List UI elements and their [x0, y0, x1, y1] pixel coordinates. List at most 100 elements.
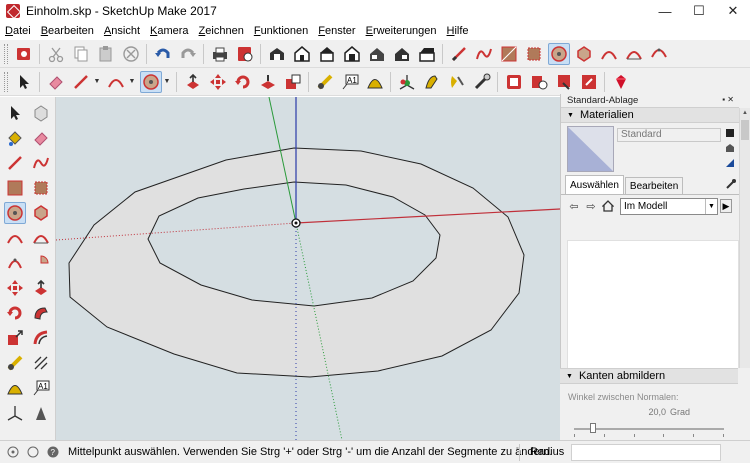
menu-funktionen[interactable]: Funktionen — [249, 25, 313, 37]
delete-button[interactable] — [120, 43, 142, 65]
rectangle-tool[interactable] — [4, 177, 26, 199]
polygon-button[interactable] — [573, 43, 595, 65]
paint-bucket-tool[interactable] — [4, 127, 26, 149]
previous-view-button[interactable] — [553, 71, 575, 93]
copy-button[interactable] — [70, 43, 92, 65]
model-scene[interactable] — [56, 97, 560, 440]
shape-dropdown[interactable]: ▼ — [163, 71, 171, 93]
orbit-button[interactable] — [446, 71, 468, 93]
push-pull-button[interactable] — [182, 71, 204, 93]
back-arrow-icon[interactable]: ⇦ — [567, 199, 581, 213]
material-swatch[interactable] — [567, 126, 614, 172]
rectangle-button[interactable] — [498, 43, 520, 65]
pie-tool[interactable] — [30, 252, 52, 274]
scale-tool[interactable] — [4, 327, 26, 349]
scroll-up-icon[interactable]: ▲ — [740, 108, 750, 118]
back-view-button[interactable] — [391, 43, 413, 65]
menu-kamera[interactable]: Kamera — [145, 25, 194, 37]
measurement-input[interactable] — [571, 443, 722, 461]
credits-icon[interactable] — [26, 445, 40, 459]
scale-button[interactable] — [257, 71, 279, 93]
paint-default-icon[interactable] — [725, 158, 735, 168]
ruby-button[interactable] — [610, 71, 632, 93]
forward-arrow-icon[interactable]: ⇨ — [584, 199, 598, 213]
arc-button[interactable] — [598, 43, 620, 65]
protractor-button[interactable] — [364, 71, 386, 93]
3d-text-button[interactable] — [421, 71, 443, 93]
eraser-tool[interactable] — [30, 127, 52, 149]
circle-tool-button-active[interactable] — [139, 70, 162, 93]
scroll-thumb[interactable] — [741, 120, 749, 140]
line-tool[interactable] — [4, 152, 26, 174]
help-icon[interactable]: ? — [46, 445, 60, 459]
paste-button[interactable] — [95, 43, 117, 65]
tape-measure-tool[interactable] — [4, 352, 26, 374]
redo-button[interactable] — [177, 43, 199, 65]
menu-datei[interactable]: Datei — [0, 25, 36, 37]
close-button[interactable]: ✕ — [716, 0, 750, 22]
3d-text-tool[interactable] — [30, 402, 52, 424]
select-button[interactable] — [13, 71, 35, 93]
pencil-line-button[interactable] — [70, 71, 92, 93]
two-point-arc-button[interactable] — [623, 43, 645, 65]
geolocation-icon[interactable] — [6, 445, 20, 459]
three-point-arc-tool[interactable] — [4, 252, 26, 274]
add-location-button[interactable] — [13, 43, 35, 65]
front-view-button[interactable] — [341, 43, 363, 65]
right-view-button[interactable] — [366, 43, 388, 65]
rotate-tool[interactable] — [4, 302, 26, 324]
move-tool[interactable] — [4, 277, 26, 299]
follow-me-tool[interactable] — [30, 302, 52, 324]
warehouse-button[interactable] — [266, 43, 288, 65]
rotate-button[interactable] — [232, 71, 254, 93]
rotated-rectangle-button[interactable] — [523, 43, 545, 65]
tape-measure-button[interactable] — [314, 71, 336, 93]
offset-button[interactable] — [282, 71, 304, 93]
model-viewport[interactable] — [56, 97, 560, 440]
two-point-arc-tool[interactable] — [30, 227, 52, 249]
polygon-tool[interactable] — [30, 202, 52, 224]
home-icon[interactable] — [601, 199, 615, 213]
tray-pin-close[interactable]: ▪ ✕ — [722, 95, 734, 104]
push-pull-tool[interactable] — [30, 277, 52, 299]
material-name-field[interactable]: Standard — [617, 128, 721, 142]
tab-bearbeiten[interactable]: Bearbeiten — [624, 177, 684, 194]
menu-bearbeiten[interactable]: Bearbeiten — [36, 25, 99, 37]
rotated-rectangle-tool[interactable] — [30, 177, 52, 199]
slider-knob[interactable] — [590, 423, 596, 433]
text-button[interactable]: A1 — [339, 71, 361, 93]
collection-select[interactable]: Im Modell ▼ — [620, 197, 718, 215]
sample-paint-icon[interactable] — [725, 128, 735, 138]
model-info-button[interactable] — [234, 43, 256, 65]
zoom-extents-button[interactable] — [528, 71, 550, 93]
dimension-tool[interactable] — [30, 352, 52, 374]
eraser-button[interactable] — [45, 71, 67, 93]
iso-view-button[interactable] — [291, 43, 313, 65]
arc-tool-button[interactable] — [105, 71, 127, 93]
menu-erweiterungen[interactable]: Erweiterungen — [361, 25, 442, 37]
arc-tool[interactable] — [4, 227, 26, 249]
offset-tool[interactable] — [30, 327, 52, 349]
maximize-button[interactable]: ☐ — [682, 0, 716, 22]
top-view-button[interactable] — [316, 43, 338, 65]
soften-section-header[interactable]: ▼ Kanten abmildern — [560, 368, 738, 384]
left-view-button[interactable] — [416, 43, 438, 65]
line-dropdown[interactable]: ▼ — [93, 71, 101, 93]
toolbar-grip[interactable] — [4, 71, 8, 92]
select-tool[interactable] — [4, 102, 26, 124]
freehand-button[interactable] — [473, 43, 495, 65]
warehouse-share-button[interactable] — [578, 71, 600, 93]
cut-button[interactable] — [45, 43, 67, 65]
three-point-arc-button[interactable] — [648, 43, 670, 65]
print-button[interactable] — [209, 43, 231, 65]
arc-dropdown[interactable]: ▼ — [128, 71, 136, 93]
move-button[interactable] — [207, 71, 229, 93]
axes-tool[interactable] — [4, 402, 26, 424]
freehand-tool[interactable] — [30, 152, 52, 174]
tab-auswaehlen[interactable]: Auswählen — [565, 175, 624, 194]
materials-section-header[interactable]: ▼ Materialien — [561, 107, 739, 123]
angle-slider[interactable] — [574, 423, 724, 437]
protractor-tool[interactable] — [4, 377, 26, 399]
text-tool[interactable]: A1 — [30, 377, 52, 399]
make-component-tool[interactable] — [30, 102, 52, 124]
